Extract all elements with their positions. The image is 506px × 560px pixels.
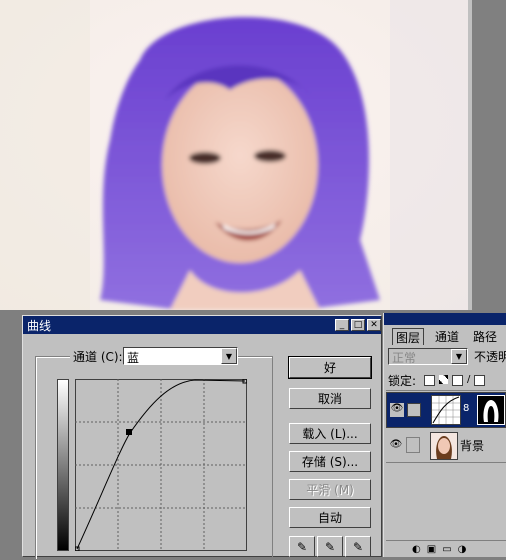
canvas-edge <box>468 0 472 310</box>
gray-eyedropper-icon[interactable]: ✎ <box>317 536 343 557</box>
ok-button[interactable]: 好 <box>288 356 372 379</box>
link-icon: 8 <box>463 403 470 414</box>
workspace-background <box>468 0 506 310</box>
eyedropper-group: ✎ ✎ ✎ <box>289 536 371 557</box>
brush-icon <box>407 403 421 417</box>
load-button[interactable]: 载入 (L)... <box>289 423 371 444</box>
white-eyedropper-icon[interactable]: ✎ <box>345 536 371 557</box>
save-button[interactable]: 存储 (S)... <box>289 451 371 472</box>
lock-transparency-checkbox[interactable] <box>424 375 435 386</box>
lock-position-checkbox[interactable] <box>474 375 486 386</box>
maximize-button[interactable]: □ <box>351 319 365 331</box>
portrait-photo <box>0 0 468 310</box>
curves-titlebar[interactable]: 曲线 _ □ ✕ <box>23 316 381 334</box>
tab-layers[interactable]: 图层 <box>392 328 425 345</box>
background-thumbnail <box>430 432 458 460</box>
chevron-down-icon[interactable]: ▼ <box>221 348 237 364</box>
background-layer-name: 背景 <box>460 439 485 453</box>
blend-mode-value: 正常 <box>392 351 417 365</box>
tab-channels[interactable]: 通道 <box>432 328 463 345</box>
close-button[interactable]: ✕ <box>367 319 381 331</box>
blend-mode-select[interactable]: 正常 ▼ <box>388 348 468 365</box>
layers-titlebar[interactable] <box>384 313 506 325</box>
brush-icon: / <box>467 374 471 385</box>
curve-control-point <box>126 429 132 435</box>
curves-adjustment-layer-row[interactable]: 👁 8 <box>386 392 506 428</box>
layers-bottom-toolbar: ◐ ▣ ▭ ◑ <box>386 540 506 557</box>
checker-icon <box>439 375 448 384</box>
layer-mask-thumbnail <box>477 395 505 425</box>
black-eyedropper-icon[interactable]: ✎ <box>289 536 315 557</box>
tab-paths[interactable]: 路径 <box>470 328 501 345</box>
cancel-button[interactable]: 取消 <box>289 388 371 409</box>
tab-channels-label: 通道 <box>435 330 460 344</box>
channel-value: 蓝 <box>127 351 140 365</box>
minimize-button[interactable]: _ <box>335 319 349 331</box>
curve-graph[interactable] <box>75 379 247 551</box>
chevron-down-icon[interactable]: ▼ <box>451 349 467 364</box>
eye-icon[interactable]: 👁 <box>389 439 403 453</box>
auto-button[interactable]: 自动 <box>289 507 371 528</box>
background-layer-row[interactable]: 👁 背景 <box>386 429 506 463</box>
output-gradient-bar <box>57 379 69 551</box>
layer-link-slot[interactable] <box>406 437 420 453</box>
tab-paths-label: 路径 <box>473 330 498 344</box>
curves-title: 曲线 <box>27 318 52 333</box>
lock-options: / <box>424 374 486 386</box>
lock-label: 锁定: <box>388 374 417 388</box>
smooth-button[interactable]: 平滑 (M) <box>289 479 371 500</box>
channel-select[interactable]: 蓝 ▼ <box>123 347 238 365</box>
image-canvas <box>0 0 468 310</box>
eye-icon[interactable]: 👁 <box>390 403 404 417</box>
opacity-label: 不透明 <box>474 350 506 364</box>
lock-pixels-checkbox[interactable] <box>452 375 463 386</box>
new-adjustment-icon[interactable]: ◑ <box>458 544 467 555</box>
curves-adjustment-icon <box>431 395 461 425</box>
channel-label: 通道 (C): <box>70 348 126 365</box>
layer-style-icon[interactable]: ◐ <box>412 544 421 555</box>
tab-layers-label: 图层 <box>396 330 421 345</box>
new-set-icon[interactable]: ▭ <box>442 544 451 555</box>
add-mask-icon[interactable]: ▣ <box>427 544 436 555</box>
